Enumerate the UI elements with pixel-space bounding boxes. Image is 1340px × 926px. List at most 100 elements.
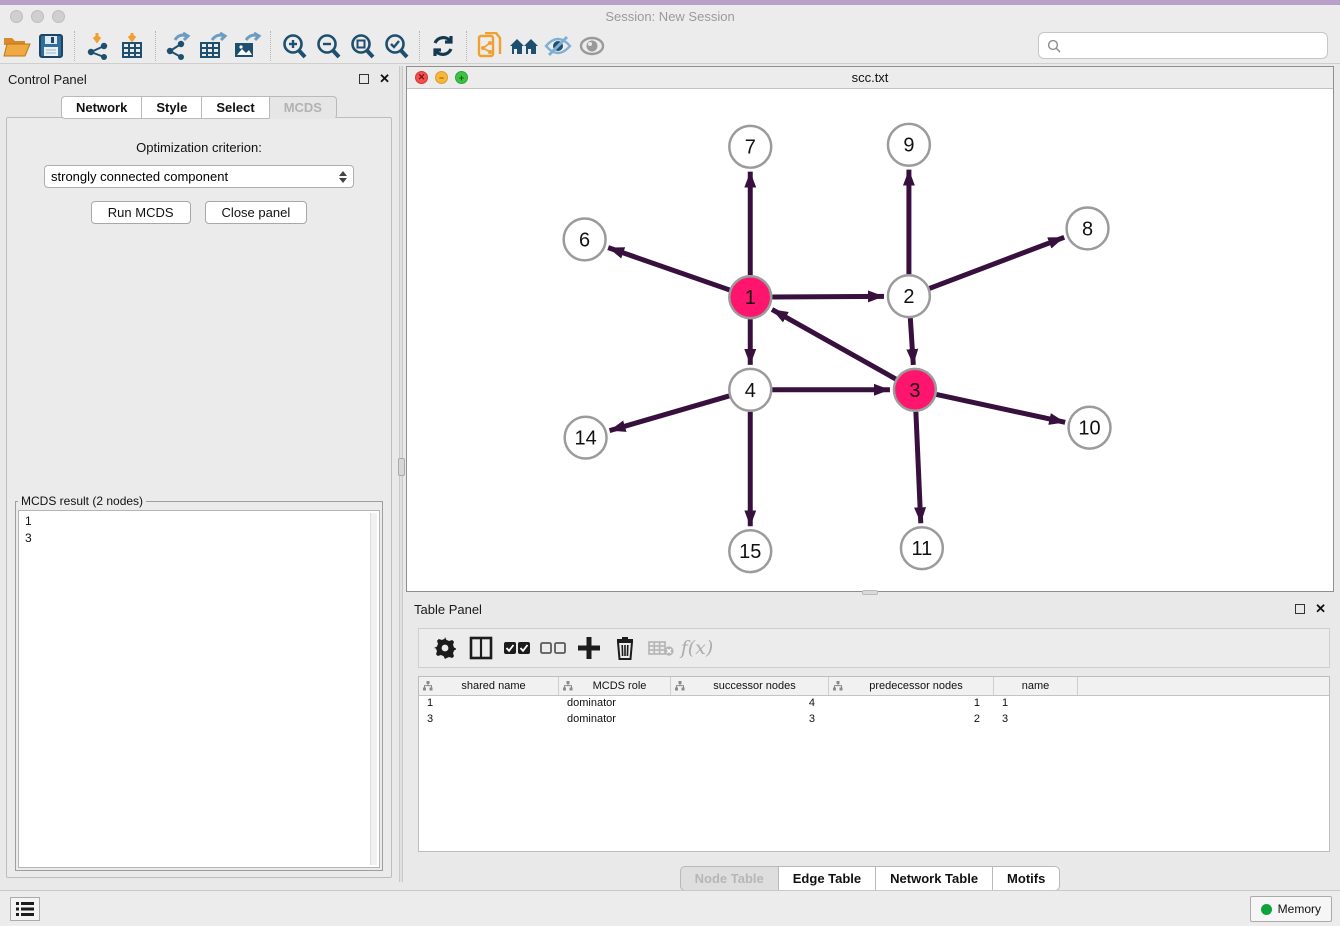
table-panel-header: Table Panel ✕: [406, 596, 1334, 622]
toolbar-separator: [155, 31, 156, 61]
search-box[interactable]: [1038, 32, 1328, 59]
status-bar: Memory: [0, 890, 1340, 926]
result-lines: 13: [25, 513, 379, 547]
search-icon: [1047, 39, 1061, 53]
zoom-out-icon[interactable]: [311, 30, 345, 62]
tab-node-table[interactable]: Node Table: [680, 866, 778, 891]
list-icon: [16, 902, 34, 916]
search-input[interactable]: [1067, 38, 1327, 53]
graph-node-label-3: 3: [909, 380, 920, 402]
edge-3-1[interactable]: [772, 309, 896, 379]
deselect-all-checkboxes-icon[interactable]: [537, 632, 569, 664]
run-mcds-button[interactable]: Run MCDS: [91, 201, 191, 224]
graph-node-label-11: 11: [912, 538, 933, 560]
table-panel-title: Table Panel: [414, 602, 1295, 617]
import-network-icon[interactable]: [81, 30, 115, 62]
application-window: Session: New Session: [0, 0, 1340, 926]
edge-3-10[interactable]: [936, 394, 1065, 422]
graph-node-label-2: 2: [903, 286, 914, 308]
import-table-icon[interactable]: [115, 30, 149, 62]
tab-edge-table[interactable]: Edge Table: [778, 866, 875, 891]
column-header-predecessor-nodes[interactable]: predecessor nodes: [829, 677, 994, 695]
toolbar-separator: [74, 31, 75, 61]
delete-column-trash-icon[interactable]: [609, 632, 641, 664]
zoom-fit-icon[interactable]: [345, 30, 379, 62]
table-row[interactable]: 1dominator411: [419, 696, 1329, 712]
column-header-shared-name[interactable]: shared name: [419, 677, 559, 695]
edge-3-11[interactable]: [916, 412, 921, 524]
cybrowser-home-icon[interactable]: [507, 30, 541, 62]
edge-2-8[interactable]: [929, 237, 1064, 288]
tab-network-table[interactable]: Network Table: [875, 866, 992, 891]
edge-4-14[interactable]: [610, 396, 730, 431]
table-cell: 1: [994, 696, 1078, 712]
column-header-MCDS-role[interactable]: MCDS role: [559, 677, 671, 695]
network-graph-canvas[interactable]: 7968124314101511: [407, 89, 1333, 591]
graph-node-label-4: 4: [745, 380, 756, 402]
column-label: successor nodes: [685, 680, 824, 692]
tab-motifs[interactable]: Motifs: [992, 866, 1060, 891]
control-tabs: NetworkStyleSelectMCDS: [0, 96, 398, 119]
table-cell: 3: [419, 712, 559, 728]
float-table-panel-icon[interactable]: [1295, 604, 1305, 614]
network-window-titlebar[interactable]: ✕ − + scc.txt: [407, 67, 1333, 89]
memory-status-dot-icon: [1261, 904, 1272, 915]
graph-node-label-8: 8: [1082, 218, 1093, 240]
show-column-icon[interactable]: [465, 632, 497, 664]
edge-1-6[interactable]: [608, 248, 729, 290]
column-type-icon: [563, 681, 573, 691]
task-history-button[interactable]: [10, 897, 40, 921]
table-cell: 3: [994, 712, 1078, 728]
tab-select[interactable]: Select: [201, 96, 268, 119]
control-panel-title: Control Panel: [8, 72, 359, 87]
hide-panels-eye-icon[interactable]: [541, 30, 575, 62]
table-panel: Table Panel ✕: [406, 596, 1334, 890]
close-panel-button[interactable]: Close panel: [205, 201, 308, 224]
add-column-icon[interactable]: [573, 632, 605, 664]
memory-button[interactable]: Memory: [1250, 896, 1332, 922]
close-table-panel-icon[interactable]: ✕: [1315, 601, 1326, 617]
network-overview-icon[interactable]: [473, 30, 507, 62]
tab-mcds[interactable]: MCDS: [269, 96, 337, 119]
export-image-icon[interactable]: [230, 30, 264, 62]
column-label: MCDS role: [573, 680, 666, 692]
panel-splitter[interactable]: [399, 66, 403, 882]
graph-node-label-7: 7: [745, 137, 756, 159]
result-scrollbar[interactable]: [370, 513, 377, 865]
edge-1-2[interactable]: [772, 296, 884, 297]
zoom-in-icon[interactable]: [277, 30, 311, 62]
splitter-grip[interactable]: [398, 458, 405, 476]
column-type-icon: [675, 681, 685, 691]
table-options-gear-icon[interactable]: [429, 632, 461, 664]
float-panel-icon[interactable]: [359, 74, 369, 84]
column-header-name[interactable]: name: [994, 677, 1078, 695]
table-cell: 4: [671, 696, 829, 712]
mcds-result-groupbox: MCDS result (2 nodes) 13: [15, 494, 383, 871]
column-type-icon: [833, 681, 843, 691]
dropdown-selected-value: strongly connected component: [51, 169, 339, 184]
column-label: shared name: [433, 680, 554, 692]
column-type-icon: [423, 681, 433, 691]
export-table-icon[interactable]: [196, 30, 230, 62]
optimization-criterion-dropdown[interactable]: strongly connected component: [44, 165, 354, 188]
table-row[interactable]: 3dominator323: [419, 712, 1329, 728]
column-header-successor-nodes[interactable]: successor nodes: [671, 677, 829, 695]
tab-style[interactable]: Style: [141, 96, 201, 119]
function-builder-icon: f(x): [681, 632, 713, 664]
zoom-selected-icon[interactable]: [379, 30, 413, 62]
edge-2-3[interactable]: [910, 318, 913, 365]
table-toolbar: f(x): [418, 628, 1330, 668]
session-title: Session: New Session: [0, 9, 1340, 24]
open-file-icon[interactable]: [0, 30, 34, 62]
apply-layout-refresh-icon[interactable]: [426, 30, 460, 62]
save-session-icon[interactable]: [34, 30, 68, 62]
export-network-icon[interactable]: [162, 30, 196, 62]
result-line: 1: [25, 513, 379, 530]
show-graphics-details-eye-icon[interactable]: [575, 30, 609, 62]
column-label: predecessor nodes: [843, 680, 989, 692]
tab-network[interactable]: Network: [61, 96, 141, 119]
close-panel-icon[interactable]: ✕: [379, 71, 390, 87]
mcds-result-text[interactable]: 13: [18, 510, 380, 868]
select-all-checkboxes-icon[interactable]: [501, 632, 533, 664]
horizontal-splitter-grip[interactable]: [862, 590, 878, 595]
